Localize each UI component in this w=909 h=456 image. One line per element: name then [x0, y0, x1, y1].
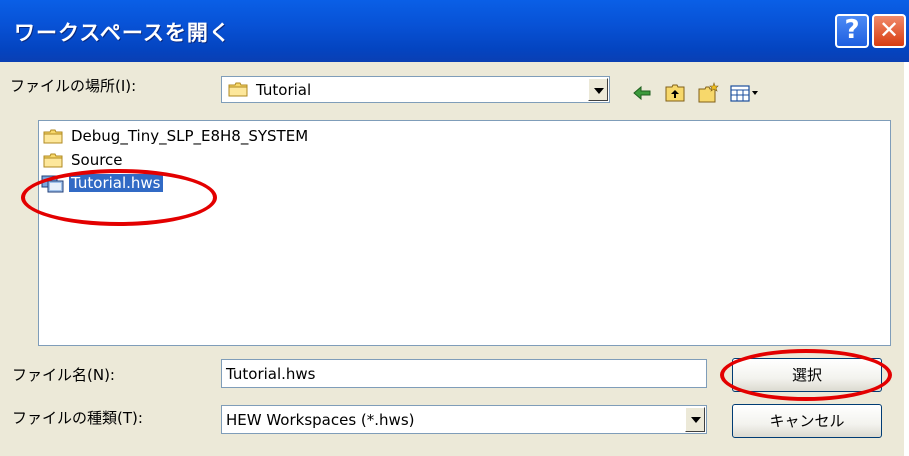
workspace-file-icon: [41, 175, 64, 193]
new-folder-icon[interactable]: [697, 82, 719, 104]
folder-icon: [228, 82, 248, 97]
back-arrow-icon[interactable]: [631, 82, 653, 104]
close-button[interactable]: ✕: [872, 14, 906, 48]
location-label: ファイルの場所(I):: [10, 77, 137, 95]
location-dropdown-arrow[interactable]: [588, 78, 608, 101]
filename-input[interactable]: Tutorial.hws: [221, 359, 707, 388]
window-title: ワークスペースを開く: [14, 21, 231, 45]
select-button[interactable]: 選択: [732, 358, 882, 392]
filetype-dropdown-arrow[interactable]: [685, 407, 705, 432]
view-menu-icon[interactable]: [729, 82, 759, 104]
filetype-value: HEW Workspaces (*.hws): [226, 411, 415, 429]
file-list[interactable]: Debug_Tiny_SLP_E8H8_SYSTEM Source Tutori…: [38, 120, 891, 346]
folder-icon: [43, 129, 63, 144]
file-name: Tutorial.hws: [69, 174, 163, 192]
filetype-dropdown[interactable]: HEW Workspaces (*.hws): [221, 405, 707, 434]
cancel-button[interactable]: キャンセル: [732, 404, 882, 438]
folder-icon: [43, 153, 63, 168]
file-name: Source: [71, 151, 123, 169]
location-dropdown[interactable]: Tutorial: [221, 76, 610, 103]
filename-value: Tutorial.hws: [226, 365, 316, 383]
filetype-label: ファイルの種類(T):: [12, 409, 143, 427]
filename-label: ファイル名(N):: [12, 366, 115, 384]
open-workspace-dialog: ワークスペースを開く ? ✕ ファイルの場所(I): Tutorial Debu…: [0, 0, 909, 456]
location-value: Tutorial: [256, 81, 312, 99]
file-name: Debug_Tiny_SLP_E8H8_SYSTEM: [71, 127, 309, 145]
title-bar[interactable]: ワークスペースを開く ? ✕: [0, 0, 909, 62]
up-folder-icon[interactable]: [664, 82, 686, 104]
help-button[interactable]: ?: [835, 14, 869, 48]
dialog-body: ファイルの場所(I): Tutorial Debug_Tiny_SLP_E8H8…: [0, 62, 909, 456]
